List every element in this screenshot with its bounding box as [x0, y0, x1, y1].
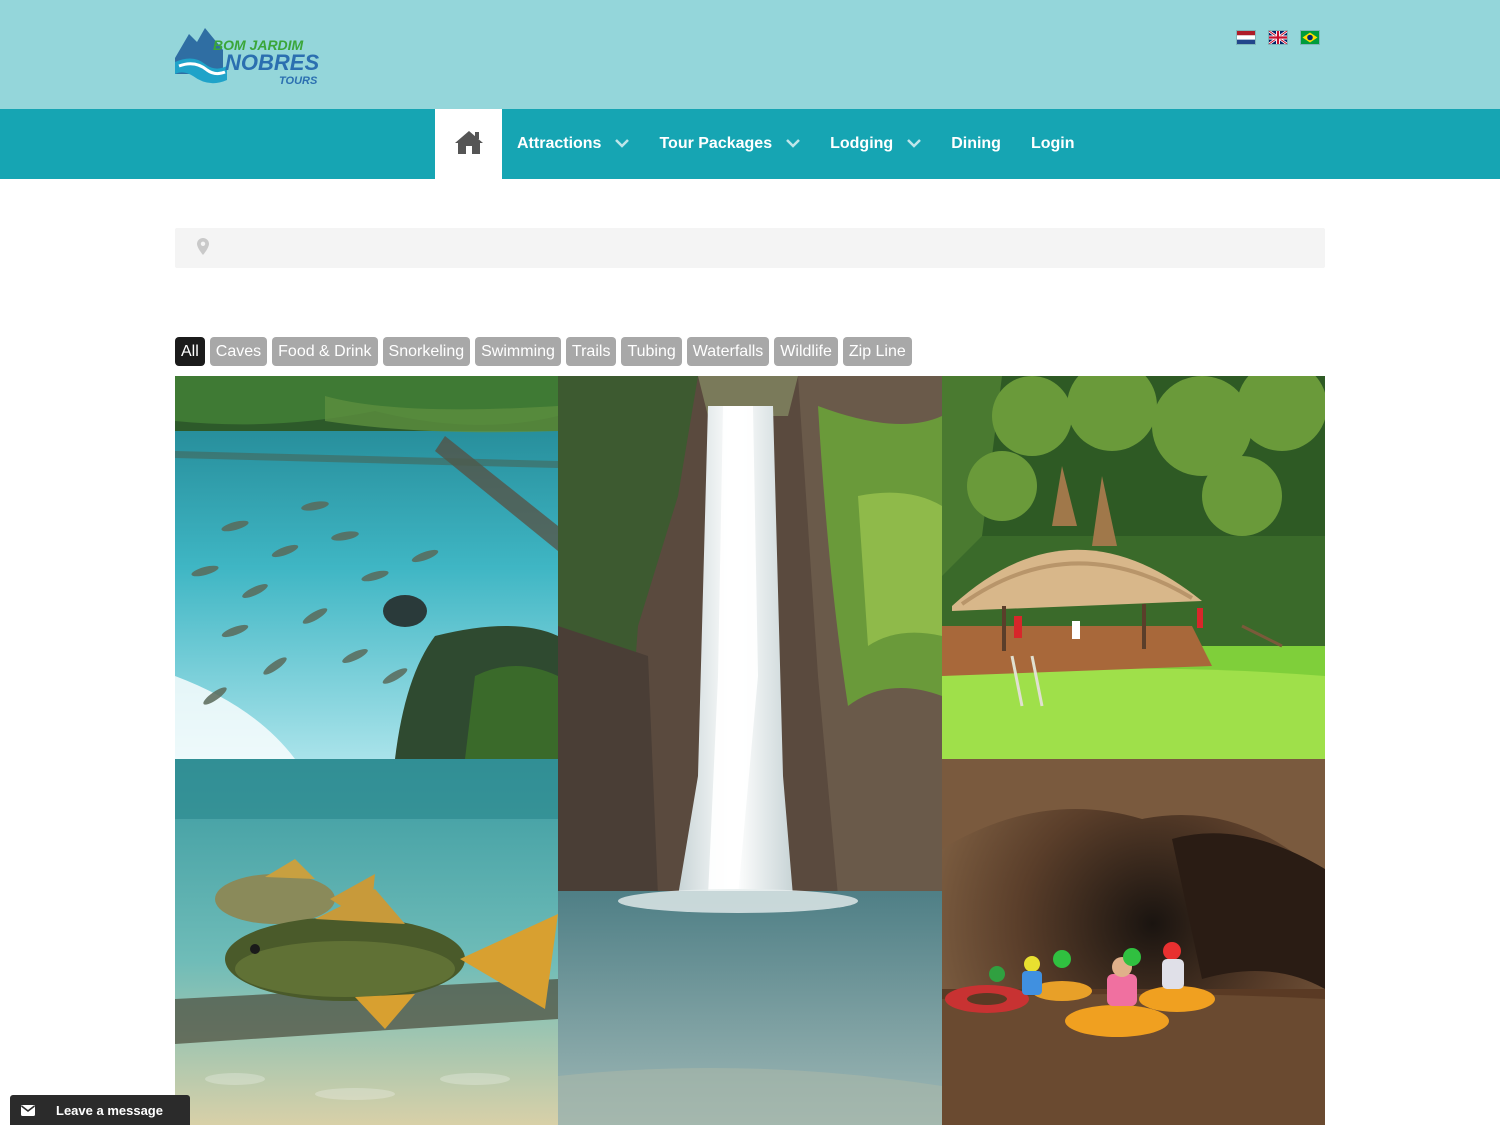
gallery-tile-lagoon-hut[interactable]	[942, 376, 1325, 759]
filter-swimming[interactable]: Swimming	[475, 337, 561, 366]
nav-item-tour-packages[interactable]: Tour Packages	[659, 135, 800, 153]
nav-items: Attractions Tour Packages Lodging Dining…	[517, 109, 1105, 179]
attractions-gallery	[175, 376, 1325, 1125]
site-logo[interactable]: BOM JARDIM NOBRES TOURS	[175, 24, 327, 86]
brazil-flag-icon[interactable]	[1301, 31, 1319, 44]
main-nav: Attractions Tour Packages Lodging Dining…	[0, 109, 1500, 179]
category-filters: All Caves Food & Drink Snorkeling Swimmi…	[175, 337, 912, 366]
nav-item-label: Login	[1030, 135, 1075, 152]
filter-waterfalls[interactable]: Waterfalls	[686, 337, 770, 366]
location-search-input[interactable]	[219, 228, 1309, 268]
filter-caves[interactable]: Caves	[209, 337, 268, 366]
map-pin-icon	[197, 238, 209, 260]
logo-line2: NOBRES	[225, 50, 319, 75]
site-header: BOM JARDIM NOBRES TOURS	[0, 0, 1500, 109]
location-search-bar	[175, 228, 1325, 268]
nav-item-login[interactable]: Login	[1031, 135, 1075, 153]
nav-item-label: Lodging	[830, 135, 894, 152]
filter-food-drink[interactable]: Food & Drink	[272, 337, 378, 366]
gallery-tile-cave-tubing[interactable]	[942, 759, 1325, 1125]
filter-trails[interactable]: Trails	[565, 337, 617, 366]
nav-item-label: Tour Packages	[659, 135, 773, 152]
chevron-down-icon	[786, 135, 800, 153]
language-switcher	[1237, 29, 1319, 46]
gallery-tile-waterfall[interactable]	[558, 376, 942, 1125]
netherlands-flag-icon[interactable]	[1237, 31, 1255, 44]
filter-tubing[interactable]: Tubing	[621, 337, 682, 366]
nav-item-dining[interactable]: Dining	[951, 135, 1001, 153]
logo-line3: TOURS	[279, 75, 318, 86]
home-icon	[454, 129, 484, 160]
nav-item-label: Dining	[951, 135, 1001, 152]
nav-home-button[interactable]	[435, 109, 502, 179]
leave-message-label: Leave a message	[56, 1102, 163, 1118]
gallery-tile-spring[interactable]	[175, 376, 558, 759]
filter-all[interactable]: All	[175, 337, 205, 366]
chevron-down-icon	[907, 135, 922, 153]
filter-snorkeling[interactable]: Snorkeling	[382, 337, 471, 366]
nav-item-attractions[interactable]: Attractions	[517, 135, 630, 153]
nav-item-lodging[interactable]: Lodging	[830, 135, 922, 153]
envelope-icon	[10, 1095, 46, 1125]
uk-flag-icon[interactable]	[1268, 29, 1288, 46]
gallery-tile-underwater-fish[interactable]	[175, 759, 558, 1125]
nav-item-label: Attractions	[517, 135, 602, 152]
leave-message-widget[interactable]: Leave a message	[10, 1095, 190, 1125]
chevron-down-icon	[615, 135, 630, 153]
filter-wildlife[interactable]: Wildlife	[774, 337, 838, 366]
filter-zip-line[interactable]: Zip Line	[842, 337, 912, 366]
